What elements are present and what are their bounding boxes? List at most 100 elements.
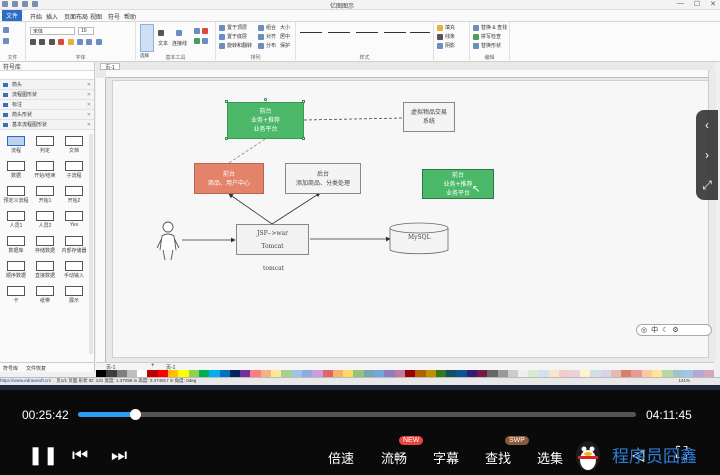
episode-button[interactable]: 选集 xyxy=(537,448,563,467)
color-swatch[interactable] xyxy=(291,370,302,377)
color-swatch[interactable] xyxy=(672,370,683,377)
color-swatch[interactable] xyxy=(96,370,107,377)
pause-icon[interactable]: ❚❚ xyxy=(28,445,58,466)
color-swatch[interactable] xyxy=(476,370,488,377)
color-swatch[interactable] xyxy=(312,370,323,377)
color-swatch[interactable] xyxy=(466,370,477,377)
add-page-button[interactable]: + xyxy=(151,363,155,369)
selection-handle[interactable] xyxy=(225,100,228,103)
ime-icon[interactable]: 中 xyxy=(651,325,658,335)
color-swatch[interactable] xyxy=(178,370,189,377)
color-swatch[interactable] xyxy=(260,370,272,377)
color-swatch[interactable] xyxy=(610,370,622,377)
website-link[interactable]: https://www.edrawsoft.cn/ xyxy=(0,378,51,383)
color-swatch[interactable] xyxy=(487,370,498,377)
new-badge: NEW xyxy=(399,436,424,445)
color-swatch[interactable] xyxy=(590,370,601,377)
previous-icon[interactable]: ⏮ xyxy=(72,445,88,466)
color-swatch[interactable] xyxy=(569,370,580,377)
progress-bar[interactable] xyxy=(78,409,636,420)
node-front-user-center[interactable]: 前台 商品、用户中心 xyxy=(194,163,264,194)
node-virtual-goods-system[interactable]: 虚拟物品交易 系统 xyxy=(403,102,455,132)
node-front-business-platform-copy[interactable]: 前台 业务+推荐 业务平台 xyxy=(422,169,494,199)
color-swatch[interactable] xyxy=(229,370,241,377)
color-swatch[interactable] xyxy=(374,370,385,377)
color-swatch[interactable] xyxy=(126,370,138,377)
color-swatch[interactable] xyxy=(301,370,313,377)
color-swatch[interactable] xyxy=(147,370,158,377)
color-swatch[interactable] xyxy=(559,370,570,377)
color-swatch[interactable] xyxy=(693,370,704,377)
color-swatch[interactable] xyxy=(579,370,591,377)
color-swatch[interactable] xyxy=(209,370,220,377)
color-swatch[interactable] xyxy=(435,370,447,377)
quality-button[interactable]: 流畅 xyxy=(381,448,407,467)
color-swatch[interactable] xyxy=(353,370,364,377)
connector-arrow xyxy=(228,193,273,225)
color-swatch[interactable] xyxy=(240,370,251,377)
current-time: 00:25:42 xyxy=(22,408,69,422)
color-swatch[interactable] xyxy=(198,370,210,377)
progress-knob[interactable] xyxy=(130,409,141,420)
color-swatch[interactable] xyxy=(404,370,416,377)
color-swatch[interactable] xyxy=(528,370,539,377)
expand-icon[interactable]: ⤢ xyxy=(696,170,718,200)
color-swatch[interactable] xyxy=(137,370,148,377)
color-swatch[interactable] xyxy=(188,370,199,377)
chevron-up-icon[interactable]: ‹ xyxy=(696,110,718,140)
color-swatch[interactable] xyxy=(157,370,169,377)
color-swatch[interactable] xyxy=(621,370,632,377)
color-swatch[interactable] xyxy=(662,370,673,377)
color-swatch[interactable] xyxy=(600,370,611,377)
color-swatch[interactable] xyxy=(641,370,653,377)
color-swatch[interactable] xyxy=(518,370,529,377)
color-swatch[interactable] xyxy=(271,370,282,377)
color-swatch[interactable] xyxy=(394,370,405,377)
color-swatch[interactable] xyxy=(631,370,642,377)
color-swatch[interactable] xyxy=(116,370,127,377)
next-icon[interactable]: ⏭ xyxy=(111,445,127,466)
color-swatch[interactable] xyxy=(415,370,426,377)
color-swatch[interactable] xyxy=(168,370,179,377)
color-swatch[interactable] xyxy=(281,370,292,377)
node-front-business-platform[interactable]: 前台 业务+推荐 业务平台 xyxy=(227,102,304,139)
color-swatch[interactable] xyxy=(250,370,261,377)
node-backend-category[interactable]: 后台 添加商品、分类处理 xyxy=(285,163,361,194)
color-swatch[interactable] xyxy=(703,370,714,377)
color-swatch[interactable] xyxy=(106,370,117,377)
selection-handle[interactable] xyxy=(302,100,305,103)
zoom-level[interactable]: 141% xyxy=(678,378,690,383)
zoom-fit-icon[interactable]: ◎ xyxy=(641,326,647,334)
color-swatch[interactable] xyxy=(497,370,508,377)
total-time: 04:11:45 xyxy=(646,408,692,422)
rotate-handle[interactable] xyxy=(264,98,267,101)
color-swatch[interactable] xyxy=(363,370,375,377)
chevron-right-icon[interactable]: › xyxy=(696,140,718,170)
color-swatch[interactable] xyxy=(652,370,663,377)
selection-handle[interactable] xyxy=(225,137,228,140)
search-button[interactable]: 查找 xyxy=(485,448,511,467)
color-swatch[interactable] xyxy=(538,370,550,377)
color-swatch[interactable] xyxy=(507,370,519,377)
color-swatch[interactable] xyxy=(332,370,344,377)
color-swatch[interactable] xyxy=(384,370,395,377)
color-swatch[interactable] xyxy=(322,370,333,377)
color-swatch[interactable] xyxy=(219,370,230,377)
mouse-cursor-icon: ↖ xyxy=(472,184,481,195)
watermark: 程序员囧鑫 xyxy=(570,438,720,475)
moon-icon[interactable]: ☾ xyxy=(662,326,668,334)
subtitle-button[interactable]: 字幕 xyxy=(433,448,459,467)
color-swatch[interactable] xyxy=(425,370,436,377)
color-swatch[interactable] xyxy=(549,370,560,377)
person-icon[interactable] xyxy=(156,221,180,261)
color-swatch[interactable] xyxy=(343,370,354,377)
color-swatch[interactable] xyxy=(682,370,694,377)
swp-badge: SWP xyxy=(505,436,529,445)
status-bar: https://www.edrawsoft.cn/ 页1/1 页面 形状 ID:… xyxy=(0,377,720,385)
node-tomcat-server[interactable]: JSP-->war Tomcat xyxy=(236,224,309,255)
selection-handle[interactable] xyxy=(302,137,305,140)
color-swatch[interactable] xyxy=(446,370,457,377)
settings-icon[interactable]: ⚙ xyxy=(672,326,678,334)
color-swatch[interactable] xyxy=(456,370,467,377)
speed-button[interactable]: 倍速 xyxy=(328,448,354,467)
